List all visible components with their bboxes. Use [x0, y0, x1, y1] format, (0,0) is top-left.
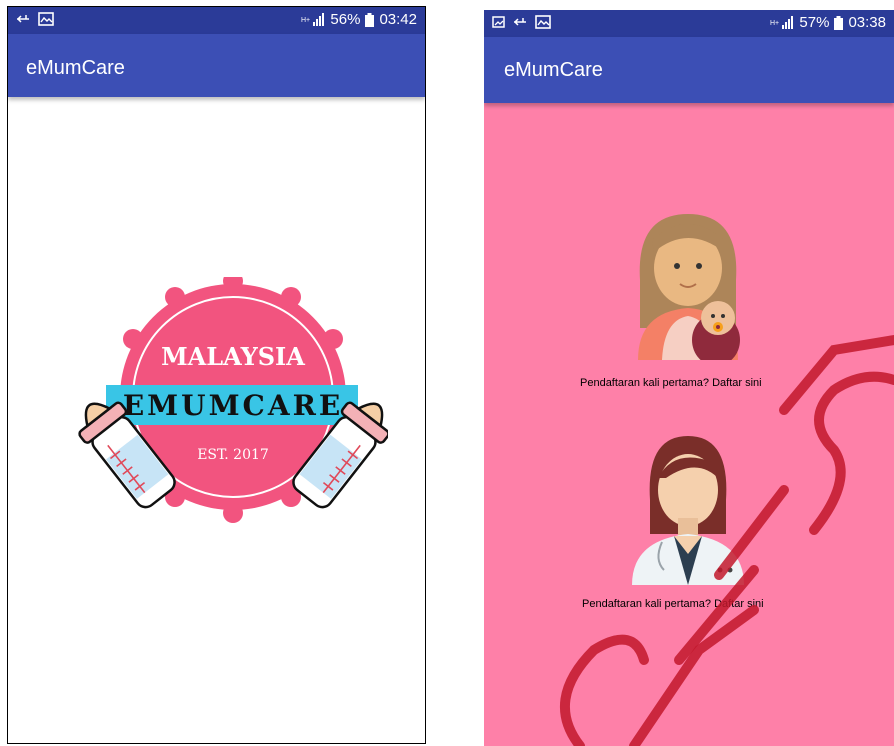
status-right: H+ 56% 03:42 [301, 11, 417, 28]
doctor-icon[interactable] [628, 430, 748, 585]
registration-screen: H+ 57% 03:38 eMumCare Pendaftaran kali p… [484, 10, 894, 746]
register-doctor-link[interactable]: Pendaftaran kali pertama? Daftar sini [582, 598, 764, 610]
status-left [492, 15, 551, 29]
logo-bottom-text: EST. 2017 [197, 447, 269, 463]
logo-banner-text: EMUMCARE [123, 389, 343, 422]
usb-icon [513, 18, 526, 26]
clock: 03:38 [848, 14, 886, 31]
app-bar: eMumCare [484, 37, 894, 103]
splash-screen: H+ 56% 03:42 eMumCare MALAYSIA EMUMCARE … [7, 6, 426, 744]
status-bar: H+ 56% 03:42 [8, 7, 425, 34]
svg-text:H+: H+ [770, 20, 779, 27]
battery-percent: 57% [799, 14, 830, 31]
app-bar: eMumCare [8, 34, 425, 97]
app-title: eMumCare [26, 57, 125, 79]
signal-icon: H+ [301, 12, 325, 26]
logo-top-text: MALAYSIA [161, 342, 305, 371]
signal-icon: H+ [770, 15, 794, 29]
emumcare-logo: MALAYSIA EMUMCARE EST. 2017 [78, 277, 388, 523]
status-left [16, 12, 54, 26]
battery-icon [834, 15, 844, 30]
clock: 03:42 [379, 11, 417, 28]
mother-baby-icon[interactable] [632, 210, 744, 360]
image-icon [535, 15, 551, 29]
svg-text:H+: H+ [301, 17, 310, 24]
status-bar: H+ 57% 03:38 [484, 10, 894, 37]
battery-percent: 56% [330, 11, 361, 28]
image-icon [38, 12, 54, 26]
status-right: H+ 57% 03:38 [770, 14, 886, 31]
battery-icon [365, 12, 375, 27]
usb-icon [16, 15, 29, 23]
app-title: eMumCare [504, 59, 603, 81]
gallery-icon [492, 16, 505, 28]
register-mother-link[interactable]: Pendaftaran kali pertama? Daftar sini [580, 377, 762, 389]
